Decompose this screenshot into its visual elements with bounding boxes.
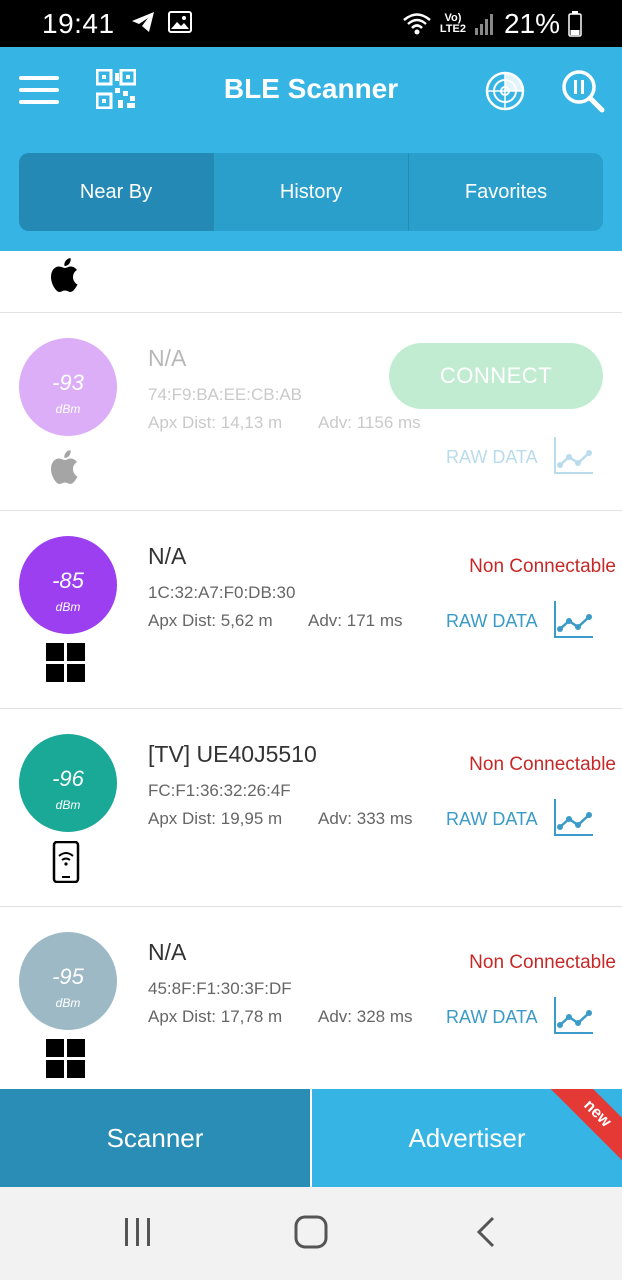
rssi-badge: -93 dBm	[19, 338, 117, 436]
device-mac: 45:8F:F1:30:3F:DF	[148, 979, 292, 998]
back-icon[interactable]	[474, 1215, 498, 1249]
new-badge: new	[547, 1089, 622, 1164]
battery-percent: 21%	[503, 8, 560, 39]
raw-data-link[interactable]: RAW DATA	[446, 1007, 538, 1028]
advertiser-tab-label: Advertiser	[408, 1122, 526, 1153]
device-distance: Apx Dist: 14,13 m	[148, 413, 283, 432]
device-mac: 1C:32:A7:F0:DB:30	[148, 583, 296, 602]
wifi-icon	[403, 13, 431, 35]
device-distance: Apx Dist: 19,95 m	[148, 809, 283, 828]
recent-apps-icon[interactable]	[122, 1215, 154, 1249]
rssi-badge: -95 dBm	[19, 932, 117, 1030]
list-item[interactable]	[0, 251, 622, 313]
menu-icon[interactable]	[19, 74, 59, 106]
bottom-tab-bar: Scanner Advertiser new	[0, 1089, 622, 1187]
connection-status: Non Connectable	[469, 952, 616, 973]
tab-history[interactable]: History	[213, 153, 408, 231]
device-name: N/A	[148, 939, 187, 965]
battery-icon	[568, 11, 582, 37]
list-item[interactable]: -93 dBm N/A 74:F9:BA:EE:CB:AB Apx Dist: …	[0, 313, 622, 511]
tab-bar: Near By History Favorites	[19, 153, 603, 231]
device-name: [TV] UE40J5510	[148, 741, 317, 767]
list-item[interactable]: -96 dBm [TV] UE40J5510 FC:F1:36:32:26:4F…	[0, 709, 622, 907]
graph-icon[interactable]	[553, 797, 595, 837]
status-bar: 19:41 Vo) LTE2 21%	[0, 0, 622, 47]
device-name: N/A	[148, 345, 187, 371]
windows-icon	[46, 1039, 85, 1078]
status-time: 19:41	[42, 8, 115, 39]
signal-icon	[474, 14, 493, 35]
device-mac: FC:F1:36:32:26:4F	[148, 781, 291, 800]
device-list[interactable]: -93 dBm N/A 74:F9:BA:EE:CB:AB Apx Dist: …	[0, 251, 622, 1089]
tab-favorites[interactable]: Favorites	[408, 153, 603, 231]
lte-indicator: Vo) LTE2	[439, 12, 466, 35]
device-adv-interval: Adv: 333 ms	[318, 809, 413, 828]
raw-data-link[interactable]: RAW DATA	[446, 611, 538, 632]
system-nav-bar	[0, 1187, 622, 1280]
raw-data-link[interactable]: RAW DATA	[446, 809, 538, 830]
radar-icon[interactable]	[485, 71, 525, 111]
advertiser-tab[interactable]: Advertiser new	[310, 1089, 622, 1187]
raw-data-link[interactable]: RAW DATA	[446, 447, 538, 468]
device-distance: Apx Dist: 5,62 m	[148, 611, 273, 630]
graph-icon[interactable]	[553, 995, 595, 1035]
rssi-badge: -85 dBm	[19, 536, 117, 634]
device-adv-interval: Adv: 328 ms	[318, 1007, 413, 1026]
apple-icon	[51, 258, 78, 292]
app-title: BLE Scanner	[223, 73, 399, 104]
list-item[interactable]: -85 dBm N/A 1C:32:A7:F0:DB:30 Apx Dist: …	[0, 511, 622, 709]
scanner-tab[interactable]: Scanner	[0, 1089, 310, 1187]
qr-code-icon[interactable]	[96, 69, 136, 109]
device-distance: Apx Dist: 17,78 m	[148, 1007, 283, 1026]
device-adv-interval: Adv: 171 ms	[308, 611, 403, 630]
apple-icon	[51, 450, 78, 484]
search-pause-icon[interactable]	[561, 69, 605, 113]
rssi-badge: -96 dBm	[19, 734, 117, 832]
device-mac: 74:F9:BA:EE:CB:AB	[148, 385, 303, 404]
gallery-icon	[168, 11, 192, 33]
app-header: BLE Scanner Near By History Favorites	[0, 47, 622, 251]
graph-icon[interactable]	[553, 599, 595, 639]
connect-button[interactable]: CONNECT	[389, 343, 603, 409]
telegram-icon	[132, 12, 154, 32]
graph-icon[interactable]	[553, 435, 595, 475]
home-icon[interactable]	[294, 1215, 328, 1249]
phone-icon	[52, 841, 80, 883]
connection-status: Non Connectable	[469, 556, 616, 577]
device-name: N/A	[148, 543, 187, 569]
list-item[interactable]: -95 dBm N/A 45:8F:F1:30:3F:DF Apx Dist: …	[0, 907, 622, 1089]
device-adv-interval: Adv: 1156 ms	[318, 413, 421, 432]
windows-icon	[46, 643, 85, 682]
connection-status: Non Connectable	[469, 754, 616, 775]
tab-near-by[interactable]: Near By	[19, 153, 213, 231]
